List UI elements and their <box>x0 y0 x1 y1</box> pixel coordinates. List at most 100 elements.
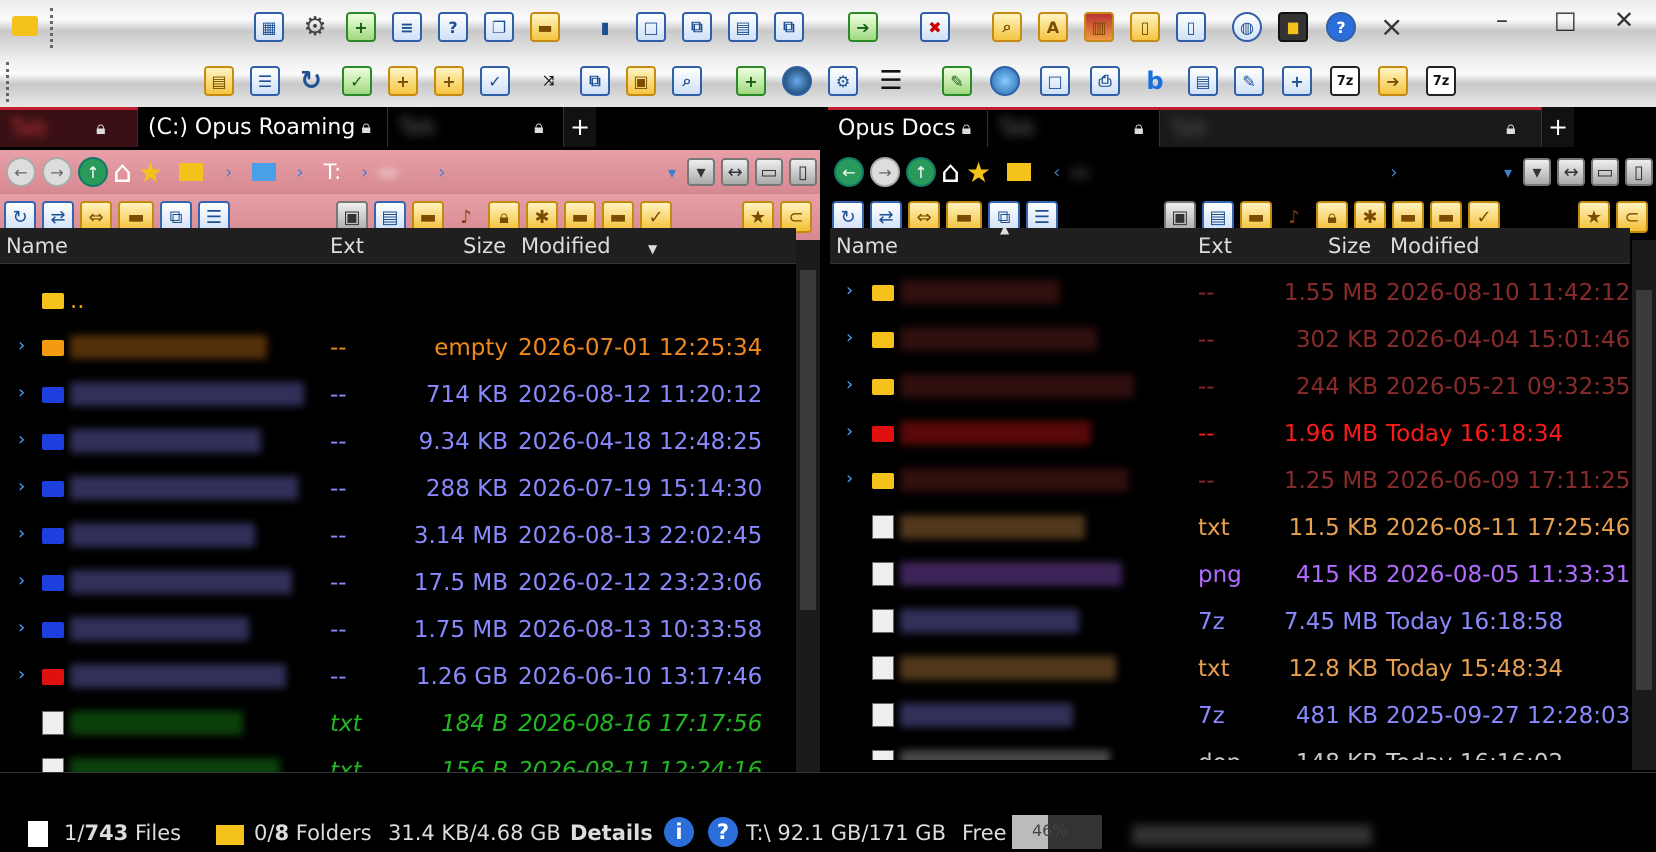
new-tab-button[interactable]: + <box>1542 107 1574 147</box>
toolbox-icon[interactable]: ▆ <box>1278 12 1308 42</box>
clipboard-list-icon[interactable]: ▤ <box>1188 66 1218 96</box>
expand-icon[interactable]: ↔ <box>1557 158 1585 186</box>
bing-icon[interactable]: b <box>1140 66 1170 96</box>
column-ext[interactable]: Ext <box>330 234 364 258</box>
expand-chevron-icon[interactable]: › <box>18 570 25 591</box>
expand-chevron-icon[interactable]: › <box>18 617 25 638</box>
favorites-icon[interactable]: ★ <box>138 156 163 189</box>
right-tab-3[interactable]: Tab 🔒︎ <box>1160 107 1542 147</box>
toolbar-grip[interactable] <box>50 8 53 48</box>
network-icon[interactable]: ◍ <box>1232 12 1262 42</box>
help-icon[interactable]: ? <box>1326 12 1356 42</box>
list-icon[interactable]: ☰ <box>876 66 906 96</box>
rename-icon[interactable]: A <box>1038 12 1068 42</box>
help-icon[interactable]: ? <box>708 817 738 847</box>
extract-icon[interactable]: ➔ <box>1378 66 1408 96</box>
toolbar-grip-2[interactable] <box>6 62 9 102</box>
copy-add-2-icon[interactable]: + <box>1282 66 1312 96</box>
window-icon[interactable]: □ <box>636 12 666 42</box>
left-vertical-scrollbar[interactable] <box>796 240 820 814</box>
minimize-button[interactable]: – <box>1496 6 1508 34</box>
parent-row[interactable]: .. <box>0 278 796 322</box>
folder-row[interactable]: › -- 1.96 MB Today 16:18:34 <box>830 411 1632 455</box>
sync-icon[interactable]: ⤨ <box>534 66 564 96</box>
file-row[interactable]: txt 11.5 KB 2026-08-11 17:25:46 <box>830 505 1632 549</box>
left-tab-3[interactable]: Tab 🔒︎ <box>388 107 564 147</box>
new-file-icon[interactable]: + <box>736 66 766 96</box>
file-row[interactable]: png 415 KB 2026-08-05 11:33:31 <box>830 552 1632 596</box>
notepad-icon[interactable]: ▯ <box>1130 12 1160 42</box>
find-icon[interactable]: ⌕ <box>992 12 1022 42</box>
file-row[interactable]: txt 12.8 KB Today 15:48:34 <box>830 646 1632 690</box>
folder-row[interactable]: › -- 1.26 GB 2026-06-10 13:17:46 <box>0 654 796 698</box>
path-dropdown-icon[interactable]: ▾ <box>1504 163 1512 182</box>
edit-icon[interactable]: ✎ <box>942 66 972 96</box>
info-icon[interactable]: i <box>664 817 694 847</box>
column-size[interactable]: Size <box>463 234 506 258</box>
breadcrumb-folder-blurred[interactable]: xx <box>378 163 428 182</box>
folder-row[interactable]: › -- 3.14 MB 2026-08-13 22:02:45 <box>0 513 796 557</box>
new-lister-icon[interactable]: + <box>346 12 376 42</box>
home-icon[interactable]: ⌂ <box>113 155 132 190</box>
globe-icon[interactable] <box>782 66 812 96</box>
folder-row[interactable]: › -- 714 KB 2026-08-12 11:20:12 <box>0 372 796 416</box>
file-name[interactable]: .. <box>70 288 85 314</box>
file-row[interactable]: 7z 7.45 MB Today 16:18:58 <box>830 599 1632 643</box>
clipboard-icon[interactable]: ▤ <box>728 12 758 42</box>
add-folder-icon[interactable]: + <box>434 66 464 96</box>
folder-row[interactable]: › -- 288 KB 2026-07-19 15:14:30 <box>0 466 796 510</box>
list-view-icon[interactable]: ☰ <box>250 66 280 96</box>
expand-chevron-icon[interactable]: › <box>18 523 25 544</box>
expand-chevron-icon[interactable]: › <box>18 476 25 497</box>
forward-icon[interactable]: → <box>870 157 900 187</box>
expand-chevron-icon[interactable]: › <box>18 429 25 450</box>
breadcrumb-drive[interactable]: T: <box>324 160 342 184</box>
folder-icon[interactable] <box>1007 163 1032 181</box>
expand-icon[interactable]: ↔ <box>721 158 749 186</box>
page-add-icon[interactable]: ▯ <box>1176 12 1206 42</box>
print-icon[interactable]: ⎙ <box>1090 66 1120 96</box>
expand-chevron-icon[interactable]: › <box>846 280 853 301</box>
files-count[interactable]: 1/743 Files <box>64 821 181 845</box>
maximize-button[interactable]: □ <box>1554 6 1577 34</box>
left-tab-2[interactable]: (C:) Opus Roaming 🔒︎ <box>138 107 388 147</box>
folder-row[interactable]: › -- empty 2026-07-01 12:25:34 <box>0 325 796 369</box>
edit-doc-icon[interactable]: ✎ <box>1234 66 1264 96</box>
split-vertical-icon[interactable]: ▯ <box>1625 158 1653 186</box>
folder-row[interactable]: › -- 302 KB 2026-04-04 15:01:46 <box>830 317 1632 361</box>
left-tab-1[interactable]: Tab 🔒︎ <box>0 107 138 147</box>
folder-row[interactable]: › -- 1.55 MB 2026-08-10 11:42:12 <box>830 270 1632 314</box>
right-vertical-scrollbar[interactable] <box>1632 240 1656 770</box>
copy-files-icon[interactable]: ⧉ <box>580 66 610 96</box>
verify-icon[interactable]: ✓ <box>480 66 510 96</box>
folder-icon[interactable] <box>179 163 204 181</box>
expand-chevron-icon[interactable]: › <box>846 374 853 395</box>
file-row[interactable]: txt 156 B 2026-08-11 12:24:16 <box>0 748 796 772</box>
folder-row[interactable]: › -- 17.5 MB 2026-02-12 23:23:06 <box>0 560 796 604</box>
help-doc-icon[interactable]: ? <box>438 12 468 42</box>
file-row[interactable]: 7z 481 KB 2025-09-27 12:28:03 <box>830 693 1632 737</box>
scrollbar-thumb[interactable] <box>800 270 816 610</box>
breadcrumb-folder-blurred[interactable]: xx <box>1070 163 1380 182</box>
new-tab-button[interactable]: + <box>564 107 596 147</box>
path-dropdown-icon[interactable]: ▾ <box>668 163 676 182</box>
expand-chevron-icon[interactable]: › <box>846 468 853 489</box>
gift-icon[interactable]: ▣ <box>626 66 656 96</box>
grid-view-icon[interactable]: ▮ <box>590 12 620 42</box>
chevron-left-icon[interactable]: ‹ <box>1053 162 1060 183</box>
collapse-icon[interactable]: ▾ <box>687 158 715 186</box>
up-icon[interactable]: ↑ <box>78 157 108 187</box>
duplicate-icon[interactable]: ⧉ <box>774 12 804 42</box>
column-ext[interactable]: Ext <box>1198 234 1232 258</box>
close-toolbar-button[interactable]: × <box>1380 10 1403 43</box>
column-modified[interactable]: Modified <box>521 234 611 258</box>
folders-count[interactable]: 0/8 Folders <box>254 821 372 845</box>
up-icon[interactable]: ↑ <box>906 157 936 187</box>
expand-chevron-icon[interactable]: › <box>18 664 25 685</box>
select-icon[interactable]: ✓ <box>342 66 372 96</box>
windows-icon[interactable]: ❐ <box>484 12 514 42</box>
folder-icon[interactable]: ▬ <box>530 12 560 42</box>
7z-icon[interactable]: 7z <box>1330 66 1360 96</box>
details-button[interactable]: Details <box>570 821 653 845</box>
delete-icon[interactable]: ✖ <box>920 12 950 42</box>
